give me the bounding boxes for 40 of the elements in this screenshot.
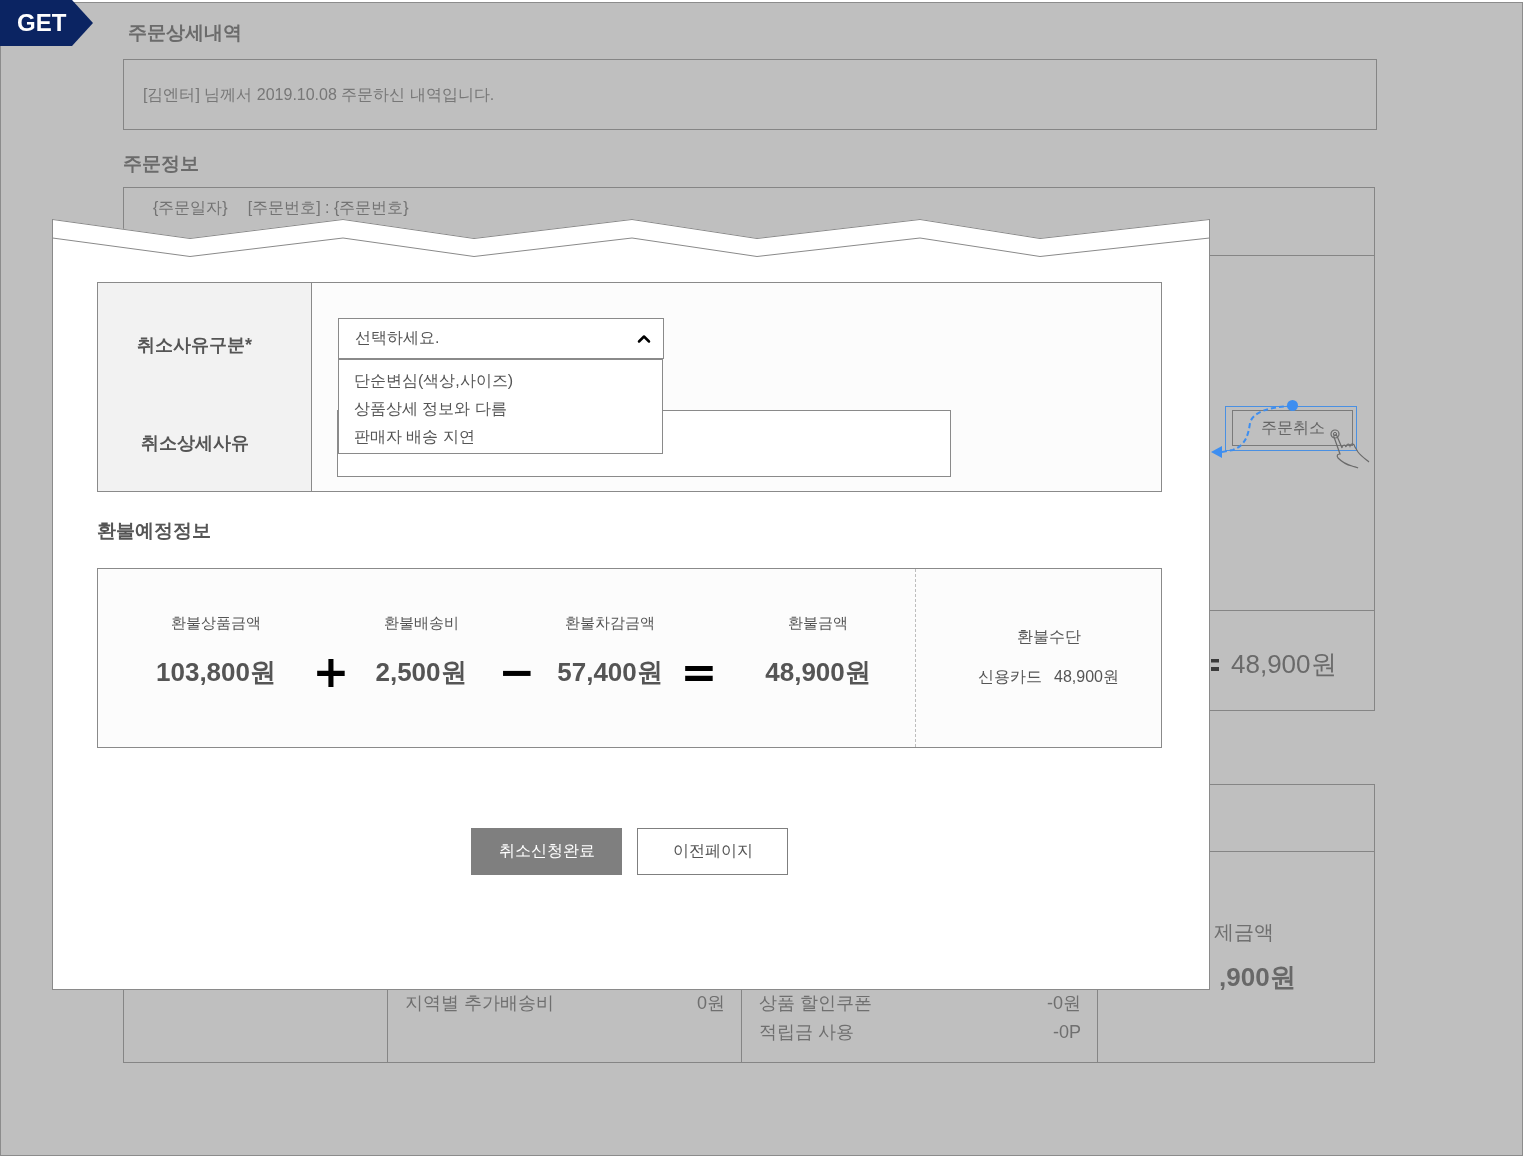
amount-label: 환불배송비 (383, 613, 459, 633)
amount-value: 57,400원 (557, 656, 663, 689)
order-date-text: {주문일자} (153, 198, 228, 218)
operator-sign: − (498, 650, 536, 694)
section-heading: 주문정보 (123, 152, 200, 176)
amount-label: 환불금액 (788, 613, 848, 633)
form-label: 취소사유구분* (137, 334, 252, 357)
amount-label: 환불차감금액 (565, 613, 655, 633)
discount-label: 상품 할인쿠폰 (759, 992, 872, 1015)
paid-amount: ,900원 (1219, 961, 1296, 994)
refund-heading: 환불예정정보 (97, 519, 212, 543)
back-button[interactable]: 이전페이지 (637, 828, 788, 875)
hand-cursor-icon (1330, 428, 1370, 469)
form-label: 취소상세사유 (140, 432, 249, 455)
method-name: 신용카드 (978, 667, 1043, 687)
amount-value: 103,800원 (156, 656, 276, 689)
amount-value: 2,500원 (375, 656, 467, 689)
amount-value: 48,900원 (765, 656, 871, 689)
notice-text: [김엔터] 님께서 2019.10.08 주문하신 내역입니다. (143, 85, 495, 105)
discount-label: 적립금 사용 (759, 1021, 854, 1044)
fee-label: 지역별 추가배송비 (405, 992, 554, 1015)
paid-label: 제금액 (1214, 920, 1274, 944)
fee-value: 0원 (697, 992, 725, 1015)
total-amount: 48,900원 (1231, 648, 1337, 681)
discount-value: -0원 (1047, 992, 1081, 1015)
operator-sign: + (312, 650, 350, 694)
complete-button[interactable]: 취소신청완료 (471, 828, 622, 875)
dropdown-option[interactable]: 단순변심(색상,사이즈) (339, 367, 662, 395)
method-amount: 48,900원 (1054, 667, 1119, 687)
dropdown-option[interactable]: 상품상세 정보와 다름 (339, 395, 662, 423)
reason-select[interactable]: 선택하세요. (338, 318, 664, 359)
amount-label: 환불상품금액 (171, 613, 261, 633)
order-number-text: [주문번호] : {주문번호} (247, 198, 409, 218)
operator-sign: = (680, 650, 718, 694)
discount-value: -0P (1053, 1021, 1081, 1044)
method-label: 환불수단 (1016, 627, 1081, 647)
page-title: 주문상세내역 (128, 21, 243, 45)
equals-icon (1211, 658, 1219, 671)
get-badge: GET (0, 0, 93, 46)
dropdown-option[interactable]: 판매자 배송 지연 (339, 423, 662, 451)
